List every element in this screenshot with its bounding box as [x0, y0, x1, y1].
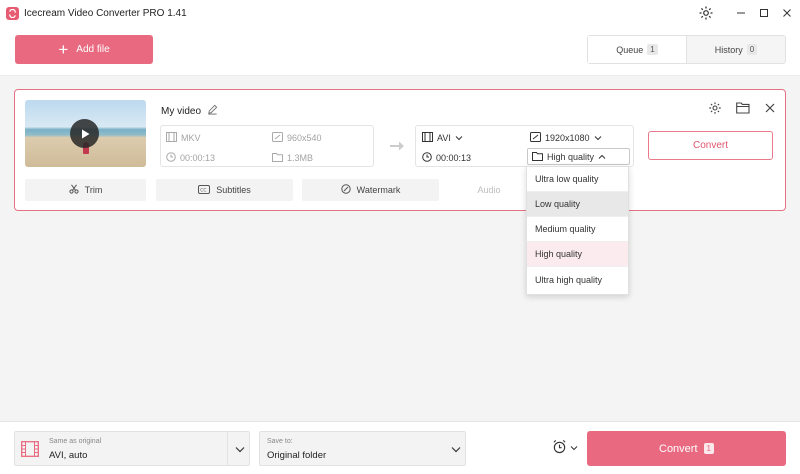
- title-bar: Icecream Video Converter PRO 1.41: [0, 0, 800, 26]
- format-select-value: AVI, auto: [49, 450, 88, 461]
- target-duration: 00:00:13: [422, 152, 471, 164]
- add-file-label: Add file: [76, 44, 110, 55]
- source-size: 1.3MB: [272, 152, 313, 164]
- minimize-button[interactable]: [732, 4, 750, 22]
- bottom-bar: Same as original AVI, auto Save to: Orig…: [0, 421, 800, 474]
- convert-arrow-icon: [389, 140, 405, 154]
- top-toolbar: + Add file Queue 1 History 0: [0, 26, 800, 76]
- chevron-down-icon: [448, 441, 464, 457]
- chevron-down-icon: [455, 133, 463, 143]
- resolution-icon: [530, 132, 541, 144]
- chevron-down-icon: [570, 443, 578, 453]
- film-icon: [422, 132, 433, 144]
- quality-option-low[interactable]: Low quality: [527, 192, 628, 217]
- video-title: My video: [161, 104, 218, 118]
- target-settings-box: AVI 1920x1080 00:00:13 High quality: [415, 125, 634, 167]
- quality-option-high[interactable]: High quality: [527, 242, 628, 267]
- watermark-icon: [340, 184, 351, 196]
- window-title: Icecream Video Converter PRO 1.41: [24, 7, 187, 19]
- source-resolution: 960x540: [272, 132, 322, 144]
- chevron-down-icon: [594, 133, 602, 143]
- queue-count-badge: 1: [647, 44, 658, 55]
- tab-queue[interactable]: Queue 1: [588, 36, 687, 63]
- select-divider: [227, 432, 228, 465]
- tab-history[interactable]: History 0: [687, 36, 785, 63]
- close-window-button[interactable]: [778, 4, 796, 22]
- source-info-box: MKV 960x540 00:00:13 1.3MB: [160, 125, 374, 167]
- chevron-down-icon: [232, 441, 248, 457]
- plus-icon: +: [58, 40, 69, 59]
- play-icon[interactable]: [70, 119, 99, 148]
- schedule-timer-button[interactable]: [552, 439, 578, 456]
- tab-queue-label: Queue: [616, 44, 644, 55]
- trim-button[interactable]: Trim: [25, 179, 146, 201]
- quality-option-ultra-high[interactable]: Ultra high quality: [527, 267, 628, 292]
- add-file-button[interactable]: + Add file: [15, 35, 153, 64]
- folder-icon: [532, 151, 543, 163]
- clock-icon: [422, 152, 432, 164]
- alarm-clock-icon: [552, 439, 567, 456]
- task-convert-button[interactable]: Convert: [648, 131, 773, 160]
- settings-gear-icon[interactable]: [698, 5, 714, 21]
- format-select-label: Same as original: [49, 438, 102, 445]
- target-resolution-select[interactable]: 1920x1080: [530, 132, 602, 144]
- app-logo-icon: [6, 6, 19, 20]
- source-duration: 00:00:13: [166, 152, 215, 164]
- task-settings-gear-icon[interactable]: [707, 100, 723, 116]
- video-thumbnail[interactable]: [25, 100, 146, 167]
- film-icon: [166, 132, 177, 144]
- film-strip-icon: [21, 441, 39, 459]
- tab-history-label: History: [714, 44, 743, 55]
- save-select-label: Save to:: [267, 438, 293, 445]
- view-tabs: Queue 1 History 0: [587, 35, 786, 64]
- quality-select[interactable]: High quality: [527, 148, 630, 165]
- target-format-select[interactable]: AVI: [422, 132, 463, 144]
- open-folder-icon[interactable]: [735, 100, 751, 116]
- conversion-task-card: My video MKV 960x540 00:00:13 1.3MB AVI: [14, 89, 786, 211]
- convert-all-button[interactable]: Convert 1: [587, 431, 786, 466]
- convert-count-badge: 1: [703, 443, 714, 454]
- quality-dropdown-menu: Ultra low quality Low quality Medium qua…: [526, 166, 629, 295]
- scissors-icon: [69, 184, 79, 196]
- output-format-select[interactable]: Same as original AVI, auto: [14, 431, 250, 466]
- quality-option-medium[interactable]: Medium quality: [527, 217, 628, 242]
- audio-button[interactable]: Audio: [449, 179, 529, 201]
- subtitles-button[interactable]: CC Subtitles: [156, 179, 293, 201]
- source-format: MKV: [166, 132, 201, 144]
- quality-option-ultra-low[interactable]: Ultra low quality: [527, 167, 628, 192]
- svg-text:CC: CC: [200, 187, 206, 193]
- maximize-button[interactable]: [755, 4, 773, 22]
- save-select-value: Original folder: [267, 450, 327, 461]
- save-location-select[interactable]: Save to: Original folder: [259, 431, 466, 466]
- history-count-badge: 0: [746, 44, 758, 55]
- resolution-icon: [272, 132, 283, 144]
- video-name-text: My video: [161, 105, 202, 117]
- folder-icon: [272, 152, 283, 164]
- clock-icon: [166, 152, 176, 164]
- subtitles-cc-icon: CC: [198, 184, 211, 196]
- chevron-up-icon: [598, 152, 606, 162]
- watermark-button[interactable]: Watermark: [302, 179, 439, 201]
- edit-pencil-icon[interactable]: [207, 104, 218, 118]
- remove-task-close-icon[interactable]: [762, 100, 778, 116]
- convert-all-label: Convert: [659, 442, 698, 455]
